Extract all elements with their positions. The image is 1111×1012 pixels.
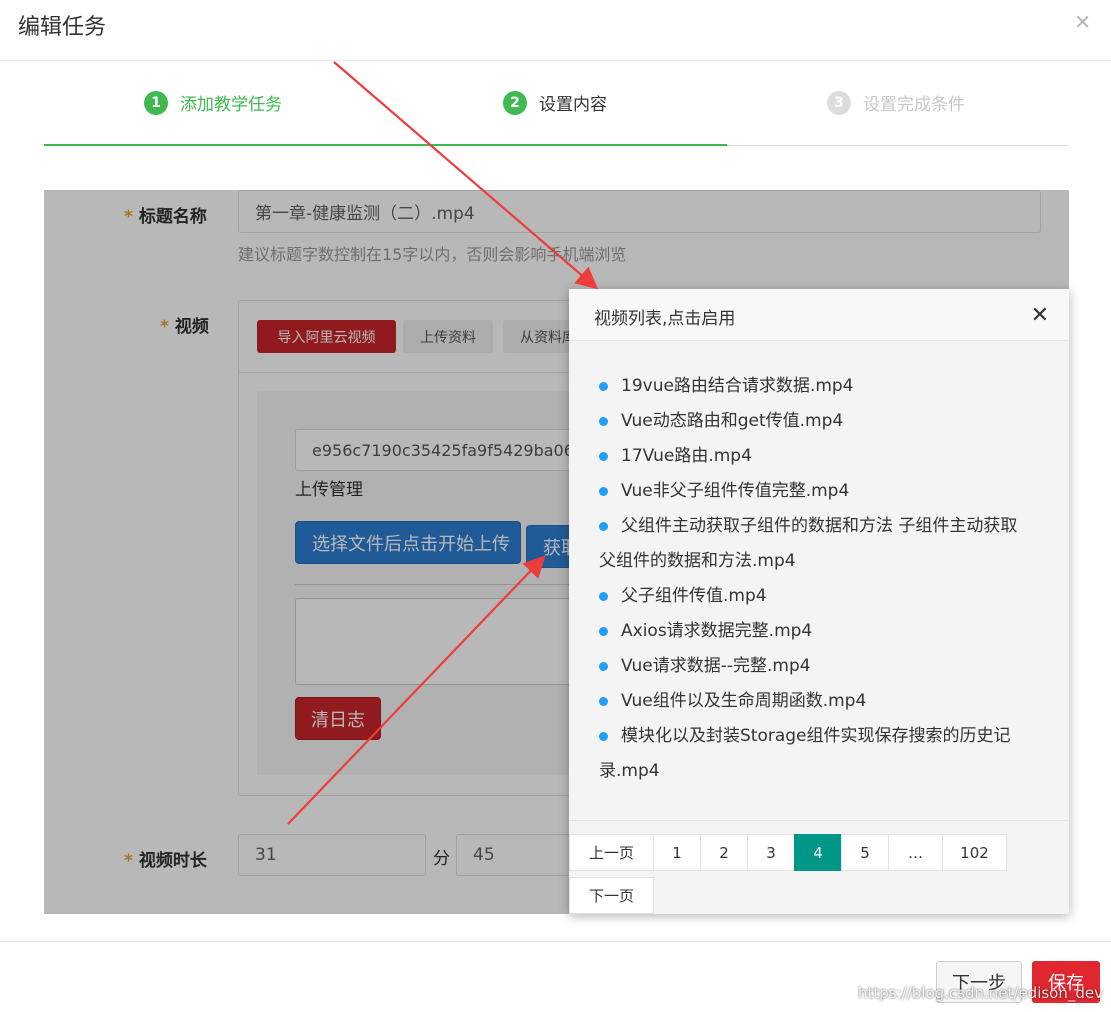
- minutes-unit: 分: [433, 849, 450, 869]
- clear-log-button[interactable]: 清日志: [295, 697, 381, 740]
- step-1-label: 添加教学任务: [180, 95, 282, 115]
- step-1[interactable]: 1 添加教学任务: [144, 90, 282, 115]
- video-list: 19vue路由结合请求数据.mp4 Vue动态路由和get传值.mp4 17Vu…: [599, 369, 1039, 789]
- select-upload-button[interactable]: 选择文件后点击开始上传: [295, 521, 521, 564]
- list-item[interactable]: 模块化以及封装Storage组件实现保存搜索的历史记 录.mp4: [599, 719, 1039, 789]
- close-icon[interactable]: ✕: [1074, 10, 1091, 34]
- page-ellipsis: …: [888, 834, 943, 871]
- bullet-icon: [599, 452, 608, 461]
- list-item[interactable]: Vue非父子组件传值完整.mp4: [599, 474, 1039, 509]
- minutes-input[interactable]: 31: [238, 834, 426, 876]
- list-item[interactable]: Vue动态路由和get传值.mp4: [599, 404, 1039, 439]
- bullet-icon: [599, 592, 608, 601]
- popup-title: 视频列表,点击启用: [594, 309, 736, 329]
- step-progress-done: [44, 144, 727, 146]
- title-label: * 标题名称: [124, 207, 207, 227]
- upload-log-textarea[interactable]: [295, 598, 599, 685]
- next-step-button[interactable]: 下一步: [936, 961, 1022, 1003]
- page-5[interactable]: 5: [841, 834, 889, 871]
- popup-header: 视频列表,点击启用 ✕: [569, 289, 1069, 341]
- bullet-icon: [599, 697, 608, 706]
- video-source-panel: 导入阿里云视频 上传资料 从资料库 e956c7190c35425fa9f542…: [238, 300, 606, 796]
- next-page-button[interactable]: 下一页: [569, 877, 654, 914]
- step-2-number: 2: [503, 90, 527, 115]
- list-item[interactable]: Axios请求数据完整.mp4: [599, 614, 1039, 649]
- prev-page-button[interactable]: 上一页: [569, 834, 654, 871]
- list-item[interactable]: 19vue路由结合请求数据.mp4: [599, 369, 1039, 404]
- footer-divider: [0, 941, 1111, 942]
- dialog-title: 编辑任务: [18, 15, 107, 40]
- tab-upload-material[interactable]: 上传资料: [403, 320, 493, 353]
- duration-label: * 视频时长: [124, 851, 207, 871]
- bullet-icon: [599, 382, 608, 391]
- required-mark: *: [124, 851, 133, 871]
- pagination-divider: [569, 820, 1069, 821]
- page-102[interactable]: 102: [942, 834, 1007, 871]
- bullet-icon: [599, 662, 608, 671]
- list-item[interactable]: 父组件主动获取子组件的数据和方法 子组件主动获取 父组件的数据和方法.mp4: [599, 509, 1039, 579]
- bullet-icon: [599, 627, 608, 636]
- bullet-icon: [599, 732, 608, 741]
- save-button[interactable]: 保存: [1032, 961, 1100, 1003]
- video-list-popup: 视频列表,点击启用 ✕ 19vue路由结合请求数据.mp4 Vue动态路由和ge…: [569, 289, 1069, 914]
- video-label: * 视频: [160, 317, 209, 337]
- page-4-current[interactable]: 4: [794, 834, 842, 871]
- upload-manage-label: 上传管理: [295, 480, 363, 500]
- required-mark: *: [124, 207, 133, 227]
- title-hint: 建议标题字数控制在15字以内，否则会影响手机端浏览: [238, 245, 627, 264]
- page-2[interactable]: 2: [700, 834, 748, 871]
- step-3-number: 3: [827, 90, 851, 115]
- list-item[interactable]: Vue请求数据--完整.mp4: [599, 649, 1039, 684]
- step-progress-todo: [727, 145, 1068, 146]
- list-item[interactable]: 17Vue路由.mp4: [599, 439, 1039, 474]
- step-2-label: 设置内容: [539, 95, 607, 115]
- bullet-icon: [599, 487, 608, 496]
- title-input[interactable]: 第一章-健康监测（二）.mp4: [238, 190, 1041, 233]
- bullet-icon: [599, 522, 608, 531]
- divider: [295, 584, 599, 585]
- page-1[interactable]: 1: [653, 834, 701, 871]
- page-3[interactable]: 3: [747, 834, 795, 871]
- required-mark: *: [160, 317, 169, 337]
- dialog-header: 编辑任务 ✕: [0, 0, 1111, 61]
- video-source-tabs: 导入阿里云视频 上传资料 从资料库: [239, 301, 597, 373]
- video-id-field[interactable]: e956c7190c35425fa9f5429ba060: [295, 429, 599, 471]
- list-item[interactable]: Vue组件以及生命周期函数.mp4: [599, 684, 1039, 719]
- tab-import-aliyun[interactable]: 导入阿里云视频: [257, 320, 396, 353]
- step-indicator: 1 添加教学任务 2 设置内容 3 设置完成条件: [44, 90, 1068, 147]
- list-item[interactable]: 父子组件传值.mp4: [599, 579, 1039, 614]
- step-2[interactable]: 2 设置内容: [503, 90, 607, 115]
- upload-panel: e956c7190c35425fa9f5429ba060 上传管理 选择文件后点…: [257, 391, 606, 775]
- step-3-label: 设置完成条件: [863, 95, 965, 115]
- close-icon[interactable]: ✕: [1031, 303, 1049, 328]
- step-3[interactable]: 3 设置完成条件: [827, 90, 965, 115]
- bullet-icon: [599, 417, 608, 426]
- step-1-number: 1: [144, 90, 168, 115]
